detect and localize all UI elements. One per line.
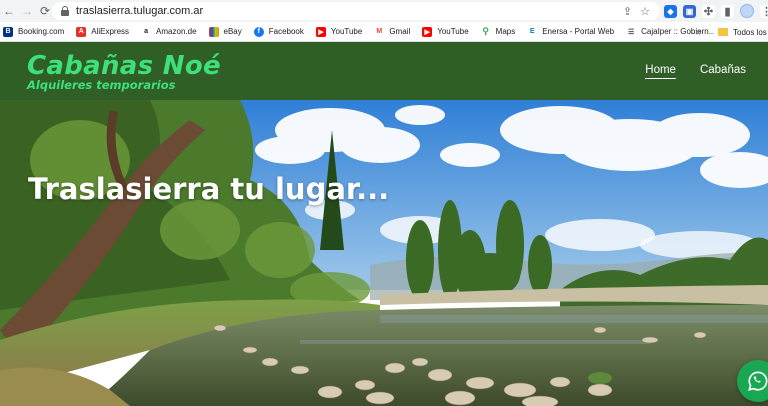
bookmark-item[interactable]: a Amazon.de	[141, 26, 197, 37]
brand-title: Cabañas Noé	[27, 51, 221, 81]
bookmarks-overflow-button[interactable]: »	[696, 22, 702, 41]
bookmark-label: Amazon.de	[156, 27, 197, 36]
bookmark-label: Gmail	[389, 27, 411, 36]
folder-icon	[718, 28, 728, 36]
nav-cabanas[interactable]: Cabañas	[700, 64, 746, 79]
bookmark-item[interactable]: ▶ YouTube	[315, 26, 363, 37]
bookmark-item[interactable]: E Enersa - Portal Web	[527, 26, 615, 37]
facebook-icon: f	[253, 26, 264, 37]
enersa-icon: E	[527, 26, 538, 37]
bookmark-label: AliExpress	[91, 27, 130, 36]
browser-toolbar: ← → ⟳ traslasierra.tulugar.com.ar ⇪ ☆ ◆ …	[0, 0, 768, 22]
bookmark-label: Enersa - Portal Web	[542, 27, 615, 36]
booking-icon: B	[3, 26, 13, 37]
bookmark-label: Booking.com	[18, 27, 65, 36]
bookmark-item[interactable]: f Facebook	[253, 26, 304, 37]
bookmark-label: Maps	[495, 27, 516, 36]
menu-icon[interactable]: ⋮	[760, 4, 768, 18]
folder-label: Todos los fa	[733, 27, 768, 37]
bookmark-item[interactable]: eBay	[208, 26, 242, 37]
hero-title: Traslasierra tu lugar...	[28, 172, 390, 206]
aliexpress-icon: A	[76, 26, 87, 37]
ebay-icon	[208, 26, 219, 37]
amazon-icon: a	[141, 26, 152, 37]
back-arrow-icon[interactable]: ←	[0, 0, 18, 22]
bookmark-item[interactable]: M Gmail	[374, 26, 411, 37]
side-panel-icon[interactable]: ▮	[721, 4, 734, 18]
address-bar[interactable]: traslasierra.tulugar.com.ar ⇪ ☆	[52, 2, 660, 20]
star-icon[interactable]: ☆	[640, 5, 650, 18]
extensions-puzzle-icon[interactable]: ✣	[702, 4, 715, 18]
profile-avatar[interactable]	[740, 4, 754, 18]
extension-calendar-icon[interactable]: ▣	[683, 4, 696, 18]
bookmark-item[interactable]: A AliExpress	[76, 26, 130, 37]
bookmark-label: YouTube	[330, 27, 363, 36]
bookmark-item[interactable]: B Booking.com	[3, 26, 65, 37]
bookmark-item[interactable]: ⚲ Maps	[480, 26, 516, 37]
site-header: Cabañas Noé Alquileres temporarios Home …	[0, 42, 768, 100]
maps-icon: ⚲	[480, 26, 491, 37]
cajaiper-icon: ☰	[626, 26, 637, 37]
bookmark-label: CajaIper :: Gobiern...	[641, 27, 716, 36]
bookmark-item[interactable]: ▶ YouTube	[422, 26, 469, 37]
bookmark-label: eBay	[223, 27, 242, 36]
address-url[interactable]: traslasierra.tulugar.com.ar	[76, 5, 203, 17]
share-icon[interactable]: ⇪	[623, 5, 632, 18]
extension-shield-icon[interactable]: ◆	[664, 4, 677, 18]
hero-banner: Traslasierra tu lugar...	[0, 100, 768, 406]
site-logo[interactable]: Cabañas Noé Alquileres temporarios	[27, 51, 221, 91]
nav-home[interactable]: Home	[645, 64, 676, 79]
whatsapp-icon	[748, 371, 768, 391]
hero-landscape-image	[0, 100, 768, 406]
bookmark-label: YouTube	[437, 27, 469, 36]
lock-icon[interactable]	[60, 6, 70, 16]
bookmark-label: Facebook	[268, 27, 304, 36]
gmail-icon: M	[374, 26, 385, 37]
bookmarks-bar: B Booking.com A AliExpress a Amazon.de eBay…	[0, 22, 768, 42]
bookmarks-folder[interactable]: Todos los fa	[714, 22, 768, 41]
youtube-icon: ▶	[315, 26, 326, 37]
youtube-icon: ▶	[422, 26, 433, 37]
main-nav: Home Cabañas	[645, 64, 746, 79]
forward-arrow-icon[interactable]: →	[18, 0, 36, 22]
